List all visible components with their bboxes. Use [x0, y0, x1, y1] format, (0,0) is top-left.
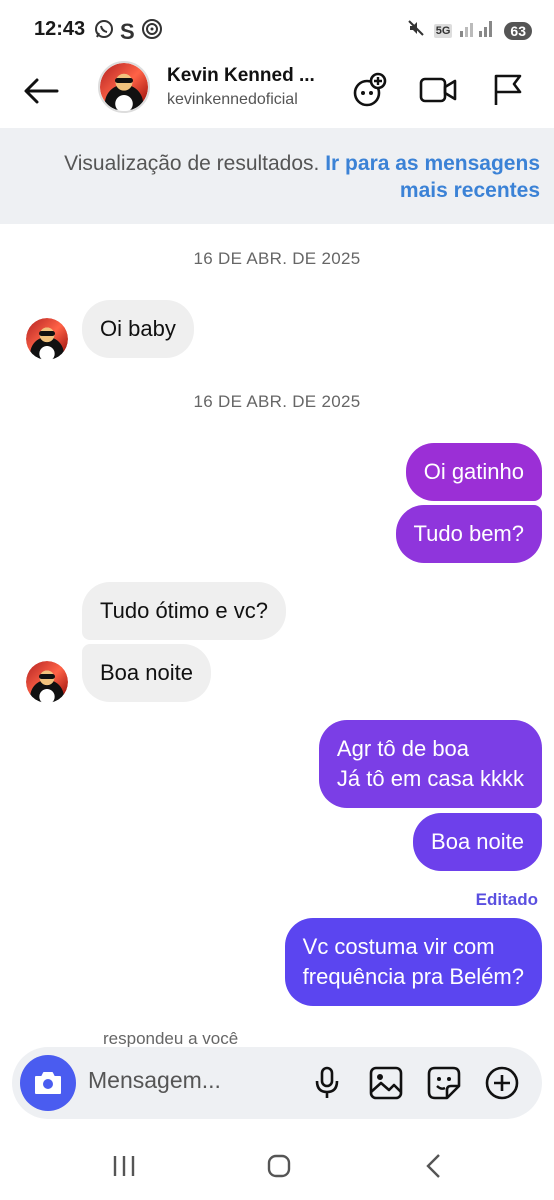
message-line: Vc costuma vir com: [302, 934, 495, 959]
status-time: 12:43: [34, 18, 86, 40]
go-to-recent-link[interactable]: Ir para as mensagens: [325, 152, 540, 175]
battery-icon: 63: [504, 21, 532, 40]
chevron-left-icon: [426, 1154, 440, 1178]
image-icon: [369, 1066, 403, 1100]
message-line: Agr tô de boa: [336, 736, 470, 761]
sticker-icon: [427, 1066, 461, 1100]
message-line: frequência pra Belém?: [302, 964, 524, 989]
add-effect-icon: [353, 72, 387, 107]
signal-icon: [460, 19, 496, 42]
home-icon: [267, 1154, 291, 1178]
status-left-icons: S: [94, 18, 163, 45]
outgoing-message[interactable]: Tudo bem?: [395, 505, 542, 563]
message-line: Já tô em casa kkkk: [336, 766, 524, 791]
gallery-button[interactable]: [366, 1063, 406, 1103]
go-to-recent-link-cont[interactable]: mais recentes: [400, 179, 540, 202]
system-nav-bar: [0, 1130, 554, 1200]
plus-circle-icon: [485, 1066, 519, 1100]
video-call-button[interactable]: [418, 70, 458, 110]
recent-apps-icon: [113, 1156, 135, 1176]
message-composer: [12, 1047, 542, 1119]
contact-avatar[interactable]: [98, 61, 150, 113]
date-separator: 16 DE ABR. DE 2025: [193, 249, 361, 268]
back-button[interactable]: [20, 70, 62, 112]
home-button[interactable]: [259, 1148, 299, 1184]
sticker-button[interactable]: [424, 1063, 464, 1103]
replied-label: respondeu a você: [103, 1029, 239, 1048]
mute-icon: [406, 18, 426, 43]
camera-icon: [35, 1072, 61, 1094]
edited-label: Editado: [475, 890, 538, 909]
camera-button[interactable]: [20, 1055, 76, 1111]
banner-text: Visualização de resultados.: [64, 152, 320, 175]
whatsapp-icon: [94, 19, 114, 44]
back-arrow-icon: [24, 78, 59, 104]
hotspot-icon: [141, 18, 163, 45]
contact-name[interactable]: Kevin Kenned ...: [167, 65, 315, 87]
incoming-message[interactable]: Boa noite: [82, 644, 211, 702]
incoming-message[interactable]: Tudo ótimo e vc?: [82, 582, 286, 640]
more-button[interactable]: [482, 1063, 522, 1103]
back-nav-button[interactable]: [414, 1148, 454, 1184]
outgoing-message[interactable]: Vc costuma vir com frequência pra Belém?: [284, 918, 542, 1006]
network-type: 5G: [433, 23, 453, 38]
incoming-message[interactable]: Oi baby: [82, 300, 194, 358]
date-separator: 16 DE ABR. DE 2025: [193, 392, 361, 411]
flag-button[interactable]: [488, 70, 528, 110]
status-bar: 12:43 S 5G 63: [0, 0, 554, 56]
status-right-icons: 5G 63: [406, 18, 532, 43]
microphone-button[interactable]: [307, 1063, 347, 1103]
outgoing-message[interactable]: Boa noite: [413, 813, 542, 871]
add-effect-button[interactable]: [350, 70, 390, 110]
microphone-icon: [315, 1066, 339, 1098]
recent-apps-button[interactable]: [104, 1148, 144, 1184]
s-icon: S: [120, 18, 135, 44]
outgoing-message[interactable]: Oi gatinho: [405, 443, 542, 501]
video-call-icon: [419, 77, 457, 103]
contact-username[interactable]: kevinkennedoficial: [167, 91, 298, 109]
sender-avatar[interactable]: [26, 318, 68, 360]
outgoing-message[interactable]: Agr tô de boa Já tô em casa kkkk: [318, 720, 542, 808]
search-results-banner: Visualização de resultados. Ir para as m…: [0, 128, 554, 224]
chat-header: Kevin Kenned ... kevinkennedoficial: [0, 56, 554, 126]
sender-avatar[interactable]: [26, 661, 68, 703]
message-input[interactable]: [88, 1067, 288, 1094]
flag-icon: [494, 74, 522, 105]
